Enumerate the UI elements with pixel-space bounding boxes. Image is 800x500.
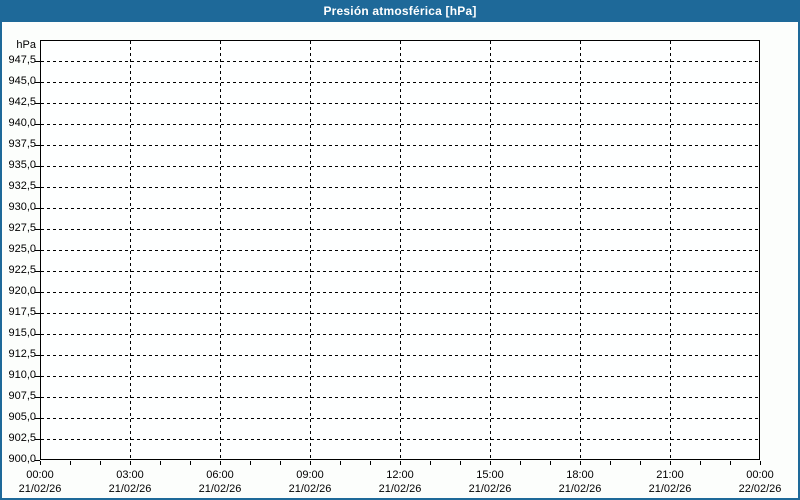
window-frame: [0, 0, 800, 500]
